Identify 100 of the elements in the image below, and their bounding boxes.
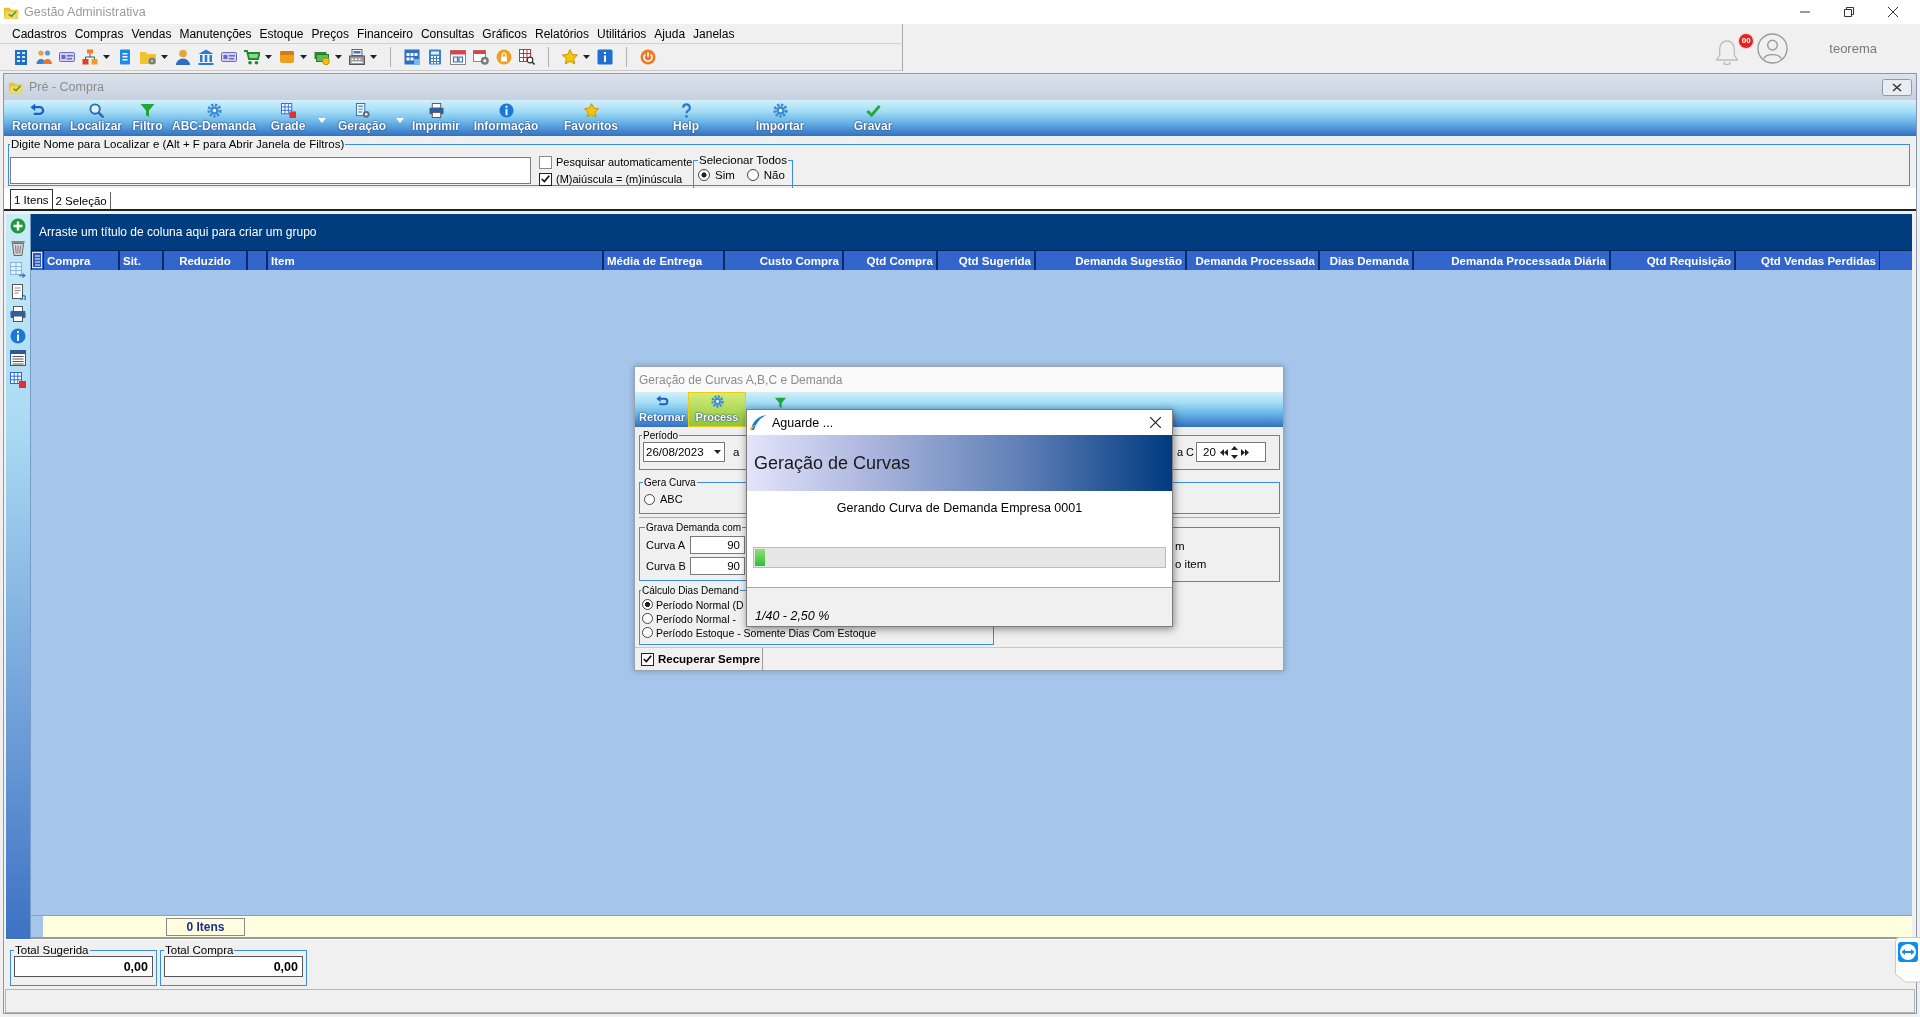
hierarchy-icon[interactable] — [82, 49, 98, 65]
menu-item[interactable]: Gráficos — [478, 26, 531, 41]
column-header[interactable]: Dias Demanda — [1319, 251, 1413, 270]
column-header[interactable]: Demanda Sugestão — [1035, 251, 1186, 270]
grid-icon[interactable] — [10, 372, 26, 388]
column-header[interactable]: Custo Compra — [724, 251, 843, 270]
star-icon[interactable] — [562, 49, 578, 65]
checkbox-label[interactable]: (M)aiúscula = (m)inúscula — [556, 173, 683, 185]
add-icon[interactable] — [10, 218, 26, 234]
menu-item[interactable]: Cadastros — [8, 26, 71, 41]
menu-item[interactable]: Vendas — [127, 26, 176, 41]
caret-icon[interactable] — [265, 55, 272, 59]
radio-button[interactable] — [642, 613, 653, 624]
column-header[interactable]: Qtd Compra — [843, 251, 937, 270]
double-right-arrow-icon[interactable] — [1240, 448, 1249, 456]
bank-icon[interactable] — [198, 49, 214, 65]
list-icon[interactable] — [32, 251, 42, 269]
calendar-grid-icon[interactable] — [404, 49, 420, 65]
calendar-gear-icon[interactable] — [473, 49, 489, 65]
menu-item[interactable]: Manutenções — [175, 26, 256, 41]
id-card-icon[interactable] — [59, 49, 75, 65]
menu-item[interactable]: Utilitários — [593, 26, 651, 41]
spin-field[interactable]: 20 — [1196, 442, 1266, 462]
up-down-arrows-icon[interactable] — [1230, 445, 1238, 459]
column-header[interactable]: Demanda Processada — [1186, 251, 1319, 270]
menu-item[interactable]: Estoque — [255, 26, 308, 41]
calendar-icon[interactable] — [450, 49, 466, 65]
money-icon[interactable] — [314, 49, 330, 65]
caret-icon[interactable] — [300, 55, 307, 59]
column-header[interactable]: Compra — [43, 251, 119, 270]
caret-icon[interactable] — [583, 55, 590, 59]
column-header[interactable]: Reduzido — [163, 251, 247, 270]
radio-label[interactable]: Período Normal - — [656, 612, 736, 625]
radio-label[interactable]: Período Normal (D — [656, 598, 744, 611]
notification-badge: 00 — [1738, 32, 1755, 49]
radio-label[interactable]: Sim — [715, 169, 735, 181]
date-combo[interactable]: 26/08/2023 — [643, 442, 725, 462]
checkbox-label[interactable]: Pesquisar automaticamente — [556, 156, 693, 168]
building-icon[interactable] — [13, 49, 29, 65]
caret-icon[interactable] — [370, 55, 377, 59]
id-card-icon[interactable] — [221, 49, 237, 65]
radio-button[interactable] — [746, 169, 759, 181]
column-header[interactable]: Demanda Processada Diária — [1413, 251, 1610, 270]
printer-icon[interactable] — [10, 306, 26, 322]
radio-label[interactable]: Período Estoque - Somente Dias Com Estoque — [656, 626, 877, 639]
radio-label[interactable]: ABC — [660, 493, 683, 505]
number-field[interactable]: 90 — [690, 536, 745, 554]
folder-gear-icon[interactable] — [140, 49, 156, 65]
caret-icon[interactable] — [335, 55, 342, 59]
radio-button[interactable] — [642, 599, 653, 610]
cart-icon[interactable] — [244, 49, 260, 65]
column-header[interactable]: Média de Entrega — [603, 251, 724, 270]
double-left-arrow-icon[interactable] — [1219, 448, 1228, 456]
people-icon[interactable] — [36, 49, 52, 65]
checkbox[interactable] — [539, 172, 552, 186]
tab[interactable]: 2 Seleção — [52, 192, 111, 209]
document-icon[interactable] — [117, 49, 133, 65]
close-icon[interactable] — [1882, 78, 1912, 96]
close-icon[interactable] — [1888, 7, 1898, 17]
window-title: Gestão Administrativa — [24, 5, 146, 19]
menu-item[interactable]: Janelas — [689, 26, 739, 41]
document-icon[interactable] — [10, 284, 26, 300]
column-header[interactable]: Item — [267, 251, 603, 270]
number-field[interactable]: 90 — [690, 557, 745, 575]
radio-button[interactable] — [642, 627, 653, 638]
table-arrow-icon[interactable] — [10, 262, 26, 278]
restore-icon[interactable] — [1844, 7, 1854, 17]
checkbox[interactable] — [539, 155, 552, 169]
menu-item[interactable]: Ajuda — [650, 26, 690, 41]
column-header[interactable]: Sit. — [119, 251, 163, 270]
column-header[interactable]: Qtd Sugerida — [937, 251, 1035, 270]
table-icon[interactable] — [10, 350, 26, 366]
checkbox[interactable] — [641, 652, 654, 666]
window-title: Pré - Compra — [29, 80, 105, 94]
tab[interactable]: 1 Itens — [10, 189, 53, 209]
radio-label[interactable]: Não — [763, 169, 785, 181]
caret-icon[interactable] — [161, 55, 168, 59]
menu-item[interactable]: Consultas — [416, 26, 479, 41]
menu-item[interactable]: Compras — [70, 26, 128, 41]
radio-button[interactable] — [698, 169, 710, 181]
menu-item[interactable]: Relatórios — [531, 26, 593, 41]
person-icon[interactable] — [175, 49, 191, 65]
radio-button[interactable] — [644, 493, 655, 505]
menu-item[interactable]: Preços — [307, 26, 353, 41]
table-search-icon[interactable] — [519, 49, 535, 65]
info-icon[interactable] — [10, 328, 26, 344]
search-field[interactable] — [10, 157, 531, 184]
close-icon[interactable] — [1150, 417, 1161, 428]
calculator-icon[interactable] — [427, 49, 443, 65]
power-icon[interactable] — [640, 49, 656, 65]
cash-register-icon[interactable] — [349, 49, 365, 65]
info-icon[interactable] — [597, 49, 613, 65]
box-icon[interactable] — [279, 49, 295, 65]
column-header[interactable]: Qtd Vendas Perdidas — [1735, 251, 1880, 270]
column-header[interactable]: Qtd Requisição — [1610, 251, 1735, 270]
checkbox-label[interactable]: Recuperar Sempre — [658, 653, 761, 665]
caret-icon[interactable] — [714, 450, 721, 454]
caret-icon[interactable] — [103, 55, 110, 59]
trash-icon[interactable] — [10, 240, 26, 256]
menu-item[interactable]: Financeiro — [352, 26, 417, 41]
